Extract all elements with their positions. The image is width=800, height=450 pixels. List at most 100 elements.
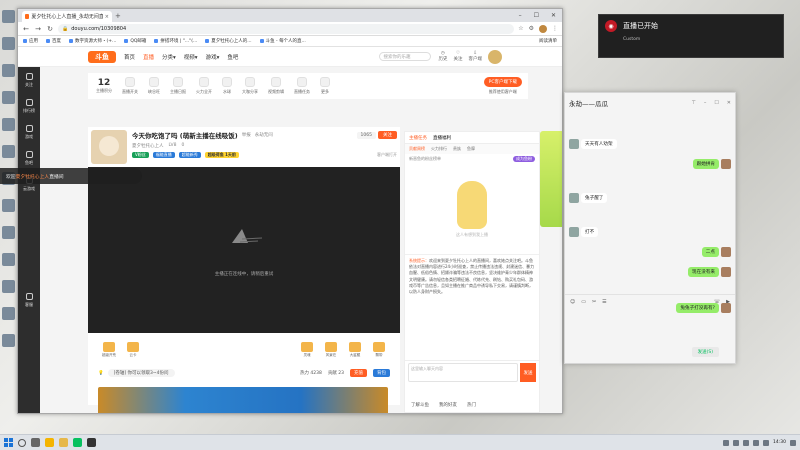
address-bar[interactable]: 🔒 douyu.com/10309804 xyxy=(58,23,515,34)
bookmark-item[interactable]: 拼搭环境 | "..."(... xyxy=(154,38,197,44)
tool-daily-report[interactable]: 主播日报 xyxy=(170,77,186,95)
rank-tab-noble[interactable]: 贵族 xyxy=(453,146,461,152)
nav-yuba[interactable]: 鱼吧 xyxy=(227,53,238,61)
gift-item[interactable]: 云卡 xyxy=(124,342,142,358)
maximize-icon[interactable]: ☐ xyxy=(534,12,539,19)
minimize-icon[interactable]: – xyxy=(704,100,707,106)
tool-canyon[interactable]: 峡谷旺 xyxy=(148,77,160,95)
welfare-badge[interactable]: 福能直播 xyxy=(152,152,175,158)
my-friends-link[interactable]: 我的好友 xyxy=(439,402,457,408)
pin-icon[interactable]: ⊤ xyxy=(691,100,695,106)
search-icon[interactable] xyxy=(18,438,26,447)
douyu-logo[interactable]: 斗鱼 xyxy=(88,50,116,63)
ad-banner[interactable] xyxy=(98,387,388,413)
desktop-app-icon[interactable] xyxy=(2,334,15,347)
extension-icon[interactable]: ⚙ xyxy=(529,25,534,33)
close-icon[interactable]: ✕ xyxy=(727,100,731,106)
rank-tab-fire[interactable]: 火力排行 xyxy=(431,146,447,152)
pay-button[interactable]: 充值 xyxy=(350,369,367,377)
newbie-badge[interactable]: 超能新秀 xyxy=(178,152,201,158)
obs-taskbar-icon[interactable] xyxy=(87,438,96,447)
tab-anchor-task[interactable]: 主播任务 xyxy=(409,135,427,141)
back-icon[interactable]: ← xyxy=(22,25,30,33)
rail-rank[interactable]: 排行榜 xyxy=(18,93,40,119)
friend-avatar[interactable] xyxy=(569,227,579,237)
desktop-app-icon[interactable] xyxy=(2,280,15,293)
side-ad[interactable] xyxy=(540,131,562,227)
client-open-link[interactable]: 客户端打开 xyxy=(377,152,397,158)
my-avatar[interactable] xyxy=(721,159,731,169)
volume-icon[interactable] xyxy=(763,439,770,446)
tool-water[interactable]: 水球 xyxy=(222,77,232,95)
desktop-app-icon[interactable] xyxy=(2,91,15,104)
chat-send-button[interactable]: 发送 xyxy=(520,363,536,382)
super-badge[interactable]: 超级荷鱼 1天前 xyxy=(204,152,239,158)
site-search-input[interactable]: 搜索你的乐趣 xyxy=(378,52,431,61)
minimize-icon[interactable]: – xyxy=(519,12,522,19)
network-icon[interactable] xyxy=(753,439,760,446)
my-avatar[interactable] xyxy=(721,267,731,277)
client-button[interactable]: ⇩ 客户端 xyxy=(469,51,483,62)
learn-douyu-link[interactable]: 了解斗鱼 xyxy=(411,402,429,408)
bookmark-item[interactable]: 应用 xyxy=(23,38,38,44)
clock-text[interactable]: 14:30 xyxy=(773,440,786,445)
bookmark-item[interactable]: 斗鱼 - 每个人的直... xyxy=(259,38,306,44)
become-fan-button[interactable]: 成为鱼粉 xyxy=(513,156,535,162)
tool-more[interactable]: 更多 xyxy=(320,77,330,95)
menu-icon[interactable]: ⋮ xyxy=(552,25,558,33)
taskview-icon[interactable] xyxy=(31,438,40,447)
report-link[interactable]: 举报 xyxy=(242,132,251,138)
nav-category[interactable]: 分类▾ xyxy=(162,53,176,61)
tab-welfare[interactable]: 直播福利 xyxy=(433,135,451,141)
task-pill[interactable]: [卷轴] 你可以领取3~4份问 xyxy=(107,369,175,377)
profile-avatar[interactable] xyxy=(539,24,547,33)
hot-link[interactable]: 热门 xyxy=(467,402,476,408)
tool-clip[interactable]: 视频剪辑 xyxy=(268,77,284,95)
desktop-app-icon[interactable] xyxy=(2,118,15,131)
rail-service[interactable]: 客服 xyxy=(18,287,40,313)
gift-item[interactable]: 超级开荒 xyxy=(100,342,118,358)
tray-app-icon[interactable] xyxy=(743,439,750,446)
follow-list-button[interactable]: ♡ 关注 xyxy=(454,51,463,62)
desktop-app-icon[interactable] xyxy=(2,145,15,158)
folder-icon[interactable]: ▭ xyxy=(581,299,586,305)
fan-badge[interactable]: V粉丝 xyxy=(132,152,149,158)
forward-icon[interactable]: → xyxy=(34,25,42,33)
nav-live[interactable]: 直播 xyxy=(143,53,154,61)
desktop-app-icon[interactable] xyxy=(2,199,15,212)
tool-task[interactable]: 直播任务 xyxy=(294,77,310,95)
pc-client-button[interactable]: PC客户端下载 xyxy=(483,77,522,87)
history-button[interactable]: ◷ 历史 xyxy=(439,51,448,62)
star-icon[interactable]: ☆ xyxy=(518,25,523,33)
emoji-icon[interactable]: ☺ xyxy=(570,299,575,305)
chat-input[interactable]: 这里输入聊天内容 xyxy=(408,363,518,382)
explorer-icon[interactable] xyxy=(59,438,68,447)
my-avatar[interactable] xyxy=(721,303,731,313)
my-avatar[interactable] xyxy=(721,247,731,257)
tool-share[interactable]: 大咖分享 xyxy=(242,77,258,95)
friend-avatar[interactable] xyxy=(569,193,579,203)
close-window-icon[interactable]: ✕ xyxy=(551,12,556,19)
reading-list[interactable]: 阅读清单 xyxy=(539,38,557,44)
bookmark-item[interactable]: 百度 xyxy=(46,38,61,44)
desktop-app-icon[interactable] xyxy=(2,307,15,320)
gift-item[interactable]: 大鲨鲲 xyxy=(346,342,364,358)
rail-follow[interactable]: 关注 xyxy=(18,67,40,93)
bookmark-item[interactable]: QQ邮箱 xyxy=(124,38,146,44)
rank-tab-fish[interactable]: 鱼摩 xyxy=(467,146,475,152)
notification-center-icon[interactable] xyxy=(790,439,796,446)
tray-app-icon[interactable] xyxy=(733,439,740,446)
backpack-button[interactable]: 背包 xyxy=(373,369,390,377)
desktop-app-icon[interactable] xyxy=(2,226,15,239)
follow-button[interactable]: 关注 xyxy=(378,131,397,139)
browser-taskbar-icon[interactable] xyxy=(45,438,54,447)
desktop-app-icon[interactable] xyxy=(2,10,15,23)
nav-home[interactable]: 首页 xyxy=(124,53,135,61)
scissors-icon[interactable]: ✂ xyxy=(592,299,596,305)
live-started-notification[interactable]: ◉ 直播已开始 Custom xyxy=(598,14,784,58)
maximize-icon[interactable]: ☐ xyxy=(714,100,718,106)
gift-item[interactable]: 风景在 xyxy=(322,342,340,358)
tray-app-icon[interactable] xyxy=(723,439,730,446)
game-link[interactable]: 永劫无间 xyxy=(255,132,273,138)
desktop-app-icon[interactable] xyxy=(2,253,15,266)
